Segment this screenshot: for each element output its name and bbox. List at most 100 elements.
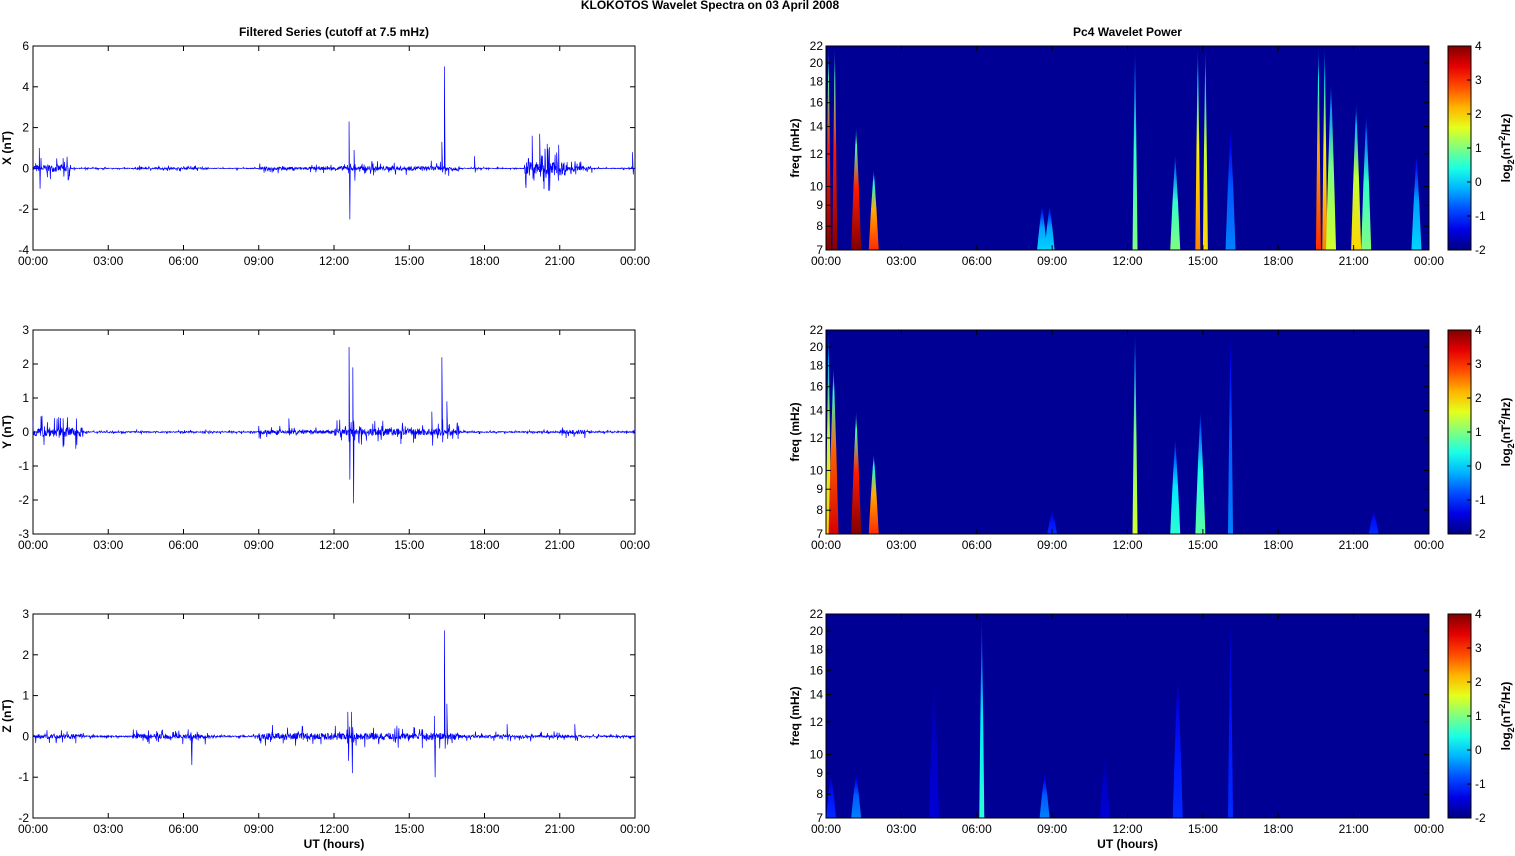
y-tick-label: 2 (22, 121, 29, 135)
plot-title: Filtered Series (cutoff at 7.5 mHz) (239, 25, 429, 39)
x-tick-label: 18:00 (469, 254, 499, 268)
y-tick-label: 8 (816, 219, 823, 233)
x-tick-label: 03:00 (93, 538, 123, 552)
x-tick-label: 03:00 (886, 822, 916, 836)
y-tick-label: 0 (22, 425, 29, 439)
wavelet-panel-1: Pc4 Wavelet Power7891012141618202200:00 0… (788, 25, 1515, 268)
x-tick-label: 03:00 (93, 822, 123, 836)
y-tick-label: 18 (810, 643, 824, 657)
y-tick-label: 0 (22, 729, 29, 743)
y-tick-label: 0 (22, 161, 29, 175)
figure: KLOKOTOS Wavelet Spectra on 03 April 200… (0, 0, 1515, 851)
y-tick-label: 14 (810, 404, 824, 418)
y-tick-label: -1 (18, 770, 29, 784)
wavelet-panel-2: 7891012141618202200:00 03:00 06:00 09:00 12:… (788, 323, 1515, 552)
y-tick-label: 9 (816, 766, 823, 780)
colorbar-tick-label: 3 (1475, 641, 1482, 655)
y-tick-label: 10 (810, 463, 824, 477)
x-tick-label: 12:00 (319, 254, 349, 268)
x-tick-label: 09:00 (1037, 538, 1067, 552)
colorbar-tick-label: 0 (1475, 743, 1482, 757)
x-tick-label: 12:00 (1112, 822, 1142, 836)
y-tick-label: 9 (816, 482, 823, 496)
x-tick-label: 00:00 (620, 538, 650, 552)
x-tick-label: 12:00 (319, 822, 349, 836)
colorbar-tick-label: 4 (1475, 39, 1482, 53)
colorbar-label: log2(nT2/Hz) (1497, 398, 1515, 467)
y-tick-label: 12 (810, 715, 824, 729)
y-axis-label: freq (mHz) (788, 686, 802, 745)
x-axis-label: UT (hours) (1097, 837, 1158, 851)
colorbar-tick-label: -1 (1475, 209, 1486, 223)
x-tick-label: 21:00 (1339, 254, 1369, 268)
x-tick-label: 00:00 (1414, 822, 1444, 836)
y-tick-label: 14 (810, 120, 824, 134)
figure-title: KLOKOTOS Wavelet Spectra on 03 April 200… (581, 0, 840, 12)
x-tick-label: 00:00 (620, 254, 650, 268)
y-axis-label: X (nT) (0, 131, 14, 165)
x-tick-label: 15:00 (1188, 254, 1218, 268)
y-tick-label: 10 (810, 179, 824, 193)
y-tick-label: 8 (816, 503, 823, 517)
colorbar-tick-label: 3 (1475, 73, 1482, 87)
x-tick-label: 00:00 (811, 538, 841, 552)
y-tick-label: 16 (810, 380, 824, 394)
heatmap-background (826, 330, 1429, 534)
x-tick-label: 18:00 (469, 822, 499, 836)
timeseries-panel-x: Filtered Series (cutoff at 7.5 mHz)-4-20… (0, 25, 650, 268)
y-tick-label: 9 (816, 198, 823, 212)
colorbar-tick-label: 1 (1475, 141, 1482, 155)
x-tick-label: 00:00 (1414, 254, 1444, 268)
colorbar-tick-label: 3 (1475, 357, 1482, 371)
plot-area (32, 613, 636, 819)
x-tick-label: 03:00 (886, 254, 916, 268)
y-tick-label: 2 (22, 357, 29, 371)
x-tick-label: 09:00 (244, 822, 274, 836)
colorbar-label: log2(nT2/Hz) (1497, 114, 1515, 183)
y-tick-label: 4 (22, 80, 29, 94)
colorbar-tick-label: -2 (1475, 527, 1486, 541)
y-tick-label: 3 (22, 607, 29, 621)
x-tick-label: 21:00 (1339, 538, 1369, 552)
x-tick-label: 12:00 (1112, 254, 1142, 268)
colorbar-tick-label: 0 (1475, 459, 1482, 473)
plot-title: Pc4 Wavelet Power (1073, 25, 1182, 39)
colorbar-tick-label: 2 (1475, 675, 1482, 689)
y-axis-label: Z (nT) (0, 699, 14, 732)
x-tick-label: 00:00 (811, 254, 841, 268)
y-tick-label: 10 (810, 747, 824, 761)
colorbar-tick-label: -2 (1475, 243, 1486, 257)
y-tick-label: 16 (810, 96, 824, 110)
y-tick-label: 18 (810, 75, 824, 89)
y-tick-label: 1 (22, 391, 29, 405)
x-tick-label: 21:00 (545, 822, 575, 836)
y-axis-label: freq (mHz) (788, 402, 802, 461)
y-tick-label: 6 (22, 39, 29, 53)
x-tick-label: 15:00 (394, 538, 424, 552)
x-tick-label: 18:00 (469, 538, 499, 552)
colorbar-tick-label: -1 (1475, 493, 1486, 507)
x-tick-label: 03:00 (93, 254, 123, 268)
x-tick-label: 15:00 (1188, 538, 1218, 552)
x-tick-label: 18:00 (1263, 822, 1293, 836)
x-tick-label: 00:00 (620, 822, 650, 836)
y-axis-label: Y (nT) (0, 415, 14, 449)
x-tick-label: 06:00 (962, 254, 992, 268)
y-tick-label: 18 (810, 359, 824, 373)
x-tick-label: 15:00 (394, 822, 424, 836)
x-tick-label: 09:00 (1037, 822, 1067, 836)
x-tick-label: 00:00 (811, 822, 841, 836)
y-tick-label: 22 (810, 323, 824, 337)
y-tick-label: 1 (22, 689, 29, 703)
x-tick-label: 03:00 (886, 538, 916, 552)
colorbar-tick-label: 1 (1475, 709, 1482, 723)
x-tick-label: 09:00 (244, 538, 274, 552)
x-tick-label: 15:00 (394, 254, 424, 268)
heatmap-background (826, 46, 1429, 250)
x-tick-label: 18:00 (1263, 254, 1293, 268)
colorbar-tick-label: -2 (1475, 811, 1486, 825)
x-tick-label: 06:00 (168, 254, 198, 268)
y-axis-label: freq (mHz) (788, 118, 802, 177)
colorbar-tick-label: 2 (1475, 107, 1482, 121)
wavelet-panel-3: 7891012141618202200:00 03:00 06:00 09:00 12:… (788, 607, 1515, 851)
